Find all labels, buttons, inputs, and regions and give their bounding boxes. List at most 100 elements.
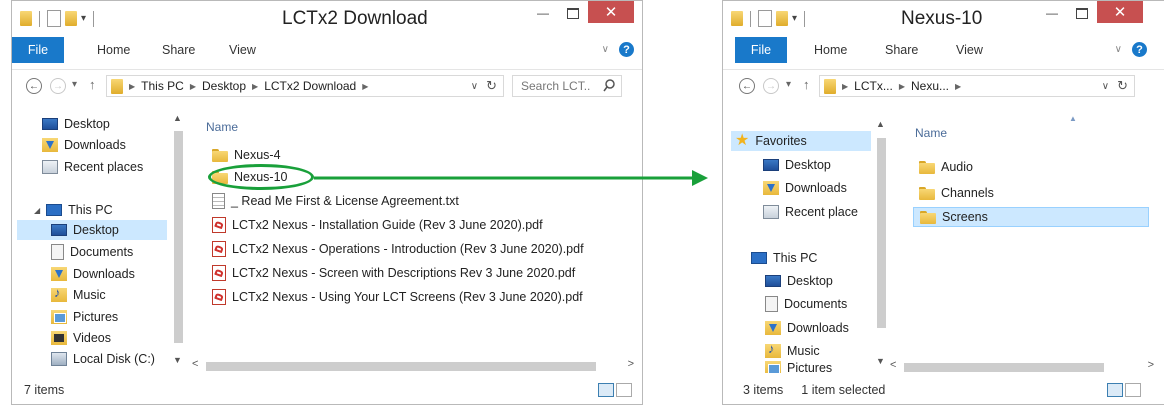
minimize-button[interactable]: — bbox=[528, 1, 558, 25]
breadcrumb-desktop[interactable]: Desktop bbox=[202, 79, 246, 93]
list-item[interactable]: LCTx2 Nexus - Using Your LCT Screens (Re… bbox=[212, 287, 583, 307]
maximize-button[interactable] bbox=[558, 1, 588, 25]
address-bar[interactable]: ▶ This PC ▶ Desktop ▶ LCTx2 Download ▶ ∨… bbox=[106, 75, 504, 97]
chevron-right-icon[interactable]: ▶ bbox=[190, 82, 196, 91]
nav-item-documents[interactable]: Documents bbox=[765, 294, 847, 314]
search-icon[interactable] bbox=[603, 79, 615, 93]
title-bar[interactable]: ▾ LCTx2 Download — ✕ bbox=[12, 1, 642, 37]
close-button[interactable]: ✕ bbox=[588, 1, 634, 23]
list-item[interactable]: LCTx2 Nexus - Screen with Descriptions R… bbox=[212, 263, 575, 283]
list-item[interactable]: Channels bbox=[919, 183, 994, 203]
address-dropdown-icon[interactable]: ∨ bbox=[471, 81, 478, 92]
details-view-icon[interactable] bbox=[598, 383, 614, 397]
horizontal-scrollbar[interactable]: < > bbox=[190, 358, 636, 374]
tab-view[interactable]: View bbox=[229, 43, 256, 57]
address-bar[interactable]: ▶ LCTx... ▶ Nexu... ▶ ∨ ↻ bbox=[819, 75, 1135, 97]
nav-item-documents[interactable]: Documents bbox=[51, 242, 133, 262]
scroll-left-icon[interactable]: < bbox=[192, 358, 198, 370]
chevron-right-icon[interactable]: ▶ bbox=[842, 82, 848, 91]
tab-share[interactable]: Share bbox=[885, 43, 918, 57]
customize-qat-icon[interactable]: ▾ bbox=[81, 13, 86, 24]
chevron-right-icon[interactable]: ▶ bbox=[129, 82, 135, 91]
nav-item-music[interactable]: Music bbox=[765, 341, 820, 361]
scroll-up-icon[interactable]: ▲ bbox=[173, 113, 182, 123]
horizontal-scrollbar[interactable]: < > bbox=[890, 359, 1160, 375]
scroll-left-icon[interactable]: < bbox=[890, 359, 896, 371]
nav-item-downloads-pc[interactable]: Downloads bbox=[765, 318, 849, 338]
scroll-thumb[interactable] bbox=[206, 362, 596, 371]
expand-ribbon-icon[interactable]: ∨ bbox=[1115, 44, 1122, 55]
refresh-icon[interactable]: ↻ bbox=[1117, 78, 1128, 94]
scroll-up-icon[interactable]: ▲ bbox=[876, 119, 885, 129]
chevron-right-icon[interactable]: ▶ bbox=[955, 82, 961, 91]
customize-qat-icon[interactable]: ▾ bbox=[792, 13, 797, 24]
nav-item-local-disk[interactable]: Local Disk (C:) bbox=[51, 349, 155, 369]
breadcrumb-this-pc[interactable]: This PC bbox=[141, 79, 184, 93]
nav-item-desktop-pc[interactable]: Desktop bbox=[765, 271, 833, 291]
minimize-button[interactable]: — bbox=[1037, 1, 1067, 25]
refresh-icon[interactable]: ↻ bbox=[486, 78, 497, 94]
scroll-right-icon[interactable]: > bbox=[628, 358, 634, 370]
column-header-name[interactable]: Name bbox=[915, 126, 947, 140]
nav-scrollbar[interactable]: ▲ ▼ bbox=[873, 116, 889, 371]
expand-ribbon-icon[interactable]: ∨ bbox=[602, 44, 609, 55]
large-icons-view-icon[interactable] bbox=[1125, 383, 1141, 397]
tab-file[interactable]: File bbox=[12, 37, 64, 63]
back-button[interactable]: ← bbox=[739, 78, 755, 94]
title-bar[interactable]: ▾ Nexus-10 — ✕ bbox=[723, 1, 1164, 37]
address-dropdown-icon[interactable]: ∨ bbox=[1102, 81, 1109, 92]
nav-item-desktop[interactable]: Desktop bbox=[42, 114, 110, 134]
breadcrumb-lctx[interactable]: LCTx... bbox=[854, 79, 893, 93]
scroll-down-icon[interactable]: ▼ bbox=[173, 355, 182, 365]
large-icons-view-icon[interactable] bbox=[616, 383, 632, 397]
list-item[interactable]: LCTx2 Nexus - Installation Guide (Rev 3 … bbox=[212, 215, 543, 235]
recent-locations-icon[interactable]: ▾ bbox=[786, 79, 791, 90]
scroll-right-icon[interactable]: > bbox=[1148, 359, 1154, 371]
nav-item-recent-place[interactable]: Recent place bbox=[763, 202, 858, 222]
up-arrow-icon[interactable]: ↑ bbox=[89, 77, 96, 92]
nav-item-pictures[interactable]: Pictures bbox=[765, 361, 832, 373]
forward-button[interactable]: → bbox=[50, 78, 66, 94]
list-item[interactable]: Audio bbox=[919, 157, 973, 177]
tab-home[interactable]: Home bbox=[814, 43, 847, 57]
search-input[interactable] bbox=[519, 78, 593, 94]
scroll-thumb[interactable] bbox=[174, 131, 183, 343]
details-view-icon[interactable] bbox=[1107, 383, 1123, 397]
new-folder-icon[interactable] bbox=[65, 11, 77, 26]
scroll-thumb[interactable] bbox=[904, 363, 1104, 372]
nav-item-this-pc[interactable]: ◢ This PC bbox=[34, 200, 113, 220]
list-item[interactable]: _ Read Me First & License Agreement.txt bbox=[212, 191, 459, 211]
close-button[interactable]: ✕ bbox=[1097, 1, 1143, 23]
up-arrow-icon[interactable]: ↑ bbox=[803, 77, 810, 92]
nav-item-recent-places[interactable]: Recent places bbox=[42, 157, 143, 177]
breadcrumb-nexus[interactable]: Nexu... bbox=[911, 79, 949, 93]
nav-item-downloads[interactable]: Downloads bbox=[42, 135, 126, 155]
tab-home[interactable]: Home bbox=[97, 43, 130, 57]
new-folder-icon[interactable] bbox=[776, 11, 788, 26]
list-item[interactable]: Nexus-4 bbox=[212, 145, 281, 165]
nav-item-desktop[interactable]: Desktop bbox=[763, 155, 831, 175]
chevron-right-icon[interactable]: ▶ bbox=[252, 82, 258, 91]
scroll-thumb[interactable] bbox=[877, 138, 886, 328]
chevron-right-icon[interactable]: ▶ bbox=[899, 82, 905, 91]
help-icon[interactable]: ? bbox=[619, 42, 634, 57]
nav-item-downloads[interactable]: Downloads bbox=[763, 178, 847, 198]
nav-item-favorites[interactable]: ★ Favorites bbox=[731, 131, 871, 151]
tab-share[interactable]: Share bbox=[162, 43, 195, 57]
nav-item-downloads-pc[interactable]: Downloads bbox=[51, 264, 135, 284]
expand-arrow-icon[interactable]: ◢ bbox=[34, 206, 40, 215]
back-button[interactable]: ← bbox=[26, 78, 42, 94]
list-item[interactable]: Screens bbox=[913, 207, 1149, 227]
tab-file[interactable]: File bbox=[735, 37, 787, 63]
search-box[interactable] bbox=[512, 75, 622, 97]
nav-item-videos[interactable]: Videos bbox=[51, 328, 111, 348]
help-icon[interactable]: ? bbox=[1132, 42, 1147, 57]
forward-button[interactable]: → bbox=[763, 78, 779, 94]
nav-scrollbar[interactable]: ▲ ▼ bbox=[170, 109, 186, 371]
column-header-name[interactable]: Name bbox=[206, 120, 238, 134]
recent-locations-icon[interactable]: ▾ bbox=[72, 79, 77, 90]
properties-icon[interactable] bbox=[758, 10, 772, 27]
breadcrumb-lctx2-download[interactable]: LCTx2 Download bbox=[264, 79, 356, 93]
scroll-down-icon[interactable]: ▼ bbox=[876, 356, 885, 366]
maximize-button[interactable] bbox=[1067, 1, 1097, 25]
